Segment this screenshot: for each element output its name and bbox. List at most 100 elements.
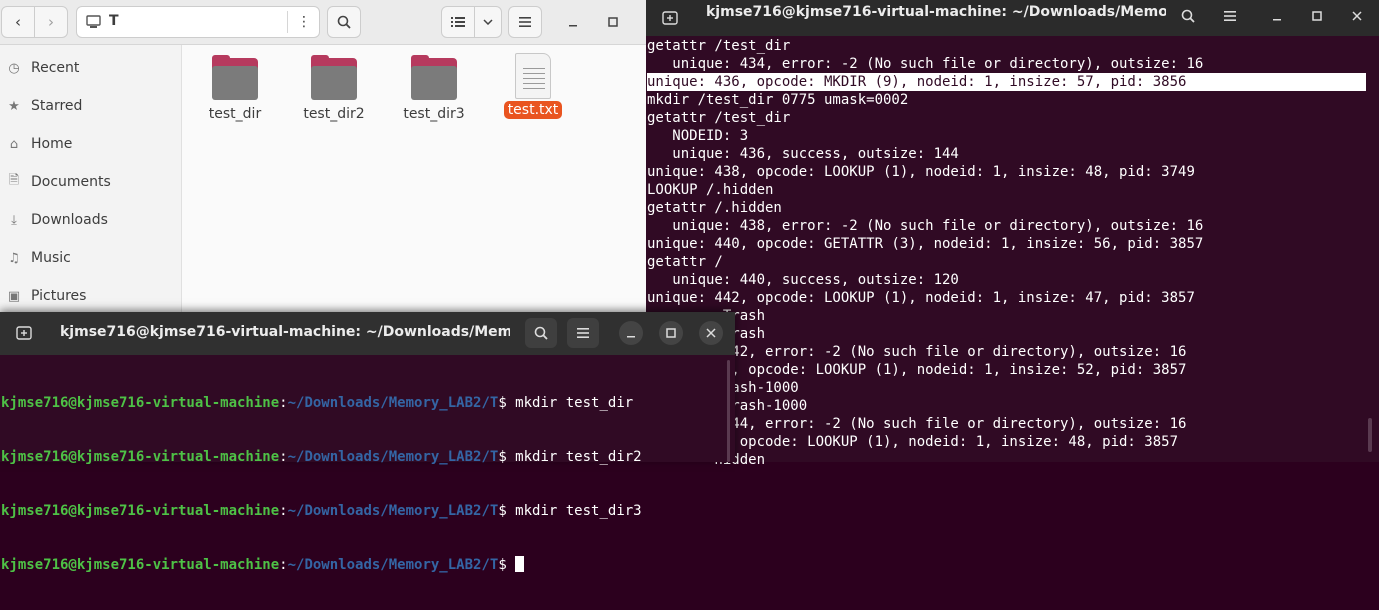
terminal-window-bottom: kjmse716@kjmse716-virtual-machine: ~/Dow… (0, 312, 735, 573)
terminal-search-button[interactable] (525, 318, 557, 348)
maximize-icon (666, 328, 676, 338)
main-menu-button[interactable] (508, 6, 542, 38)
search-icon (337, 15, 351, 29)
forward-button[interactable]: › (34, 6, 68, 38)
file-item-test-dir2[interactable]: test_dir2 (294, 55, 374, 123)
star-icon: ★ (8, 98, 20, 114)
file-manager-headerbar: ‹ › T ⋮ (0, 0, 646, 45)
sidebar-item-recent[interactable]: ◷ Recent (0, 49, 181, 87)
prompt-path: ~/Downloads/Memory_LAB2/T (287, 557, 499, 573)
path-label: T (109, 13, 119, 29)
hamburger-icon (1224, 11, 1236, 21)
terminal-maximize-button[interactable] (1304, 2, 1330, 30)
picture-icon: ▣ (7, 288, 21, 304)
maximize-button[interactable] (599, 8, 627, 36)
prompt-symbol: $ (498, 395, 516, 411)
terminal-line: 6, opcode: LOOKUP (1), nodeid: 1, insize… (647, 434, 1179, 450)
maximize-icon (608, 17, 618, 27)
terminal-line: getattr /.hidden (647, 200, 782, 216)
search-button[interactable] (327, 6, 361, 38)
minimize-icon (627, 336, 635, 338)
terminal-minimize-button[interactable] (619, 321, 643, 345)
terminal-line: unique: 440, success, outsize: 120 (647, 272, 959, 288)
sidebar-item-label: Starred (31, 98, 83, 114)
terminal-line: getattr /test_dir (647, 38, 791, 54)
prompt-separator: : (279, 449, 288, 465)
terminal-line: unique: 434, error: -2 (No such file or … (647, 56, 1204, 72)
sidebar-item-label: Pictures (31, 288, 87, 304)
sidebar-item-pictures[interactable]: ▣ Pictures (0, 277, 181, 315)
terminal-line: Trash-1000 (722, 398, 808, 414)
sidebar-item-label: Recent (31, 60, 80, 76)
sidebar-item-label: Home (31, 136, 73, 152)
chevron-left-icon: ‹ (15, 13, 21, 31)
new-tab-button[interactable] (10, 319, 38, 347)
sidebar-item-starred[interactable]: ★ Starred (0, 87, 181, 125)
prompt-separator: : (279, 395, 288, 411)
view-list-button[interactable] (441, 6, 475, 38)
terminal-menu-button[interactable] (567, 318, 599, 348)
terminal-search-button[interactable] (1173, 2, 1203, 30)
hamburger-icon (519, 17, 531, 27)
command-text: mkdir test_dir2 (515, 449, 642, 465)
terminal-maximize-button[interactable] (659, 321, 683, 345)
sidebar-item-downloads[interactable]: ⤓ Downloads (0, 201, 181, 239)
path-menu-button[interactable]: ⋮ (291, 7, 317, 37)
new-tab-button[interactable] (656, 4, 684, 32)
terminal-title: kjmse716@kjmse716-virtual-machine: ~/Dow… (706, 4, 1166, 20)
terminal-output[interactable]: kjmse716@kjmse716-virtual-machine:~/Down… (1, 358, 642, 610)
prompt-line: kjmse716@kjmse716-virtual-machine:~/Down… (1, 448, 642, 466)
path-bar[interactable]: T ⋮ (76, 6, 320, 38)
clock-icon: ◷ (8, 60, 20, 76)
minimize-icon (1273, 19, 1281, 21)
chevron-right-icon: › (48, 13, 54, 31)
search-icon (534, 326, 548, 340)
folder-icon (411, 55, 457, 100)
terminal-window-right: kjmse716@kjmse716-virtual-machine: ~/Dow… (646, 0, 1379, 468)
terminal-close-button[interactable] (1344, 2, 1370, 30)
sidebar-item-label: Music (31, 250, 71, 266)
terminal-close-button[interactable] (699, 321, 723, 345)
prompt-separator: : (279, 557, 288, 573)
prompt-user-host: kjmse716@kjmse716-virtual-machine (1, 557, 280, 573)
sidebar-item-label: Downloads (31, 212, 108, 228)
sidebar-item-music[interactable]: ♫ Music (0, 239, 181, 277)
prompt-path: ~/Downloads/Memory_LAB2/T (287, 395, 499, 411)
file-item-test-dir[interactable]: test_dir (195, 55, 275, 123)
sidebar-item-home[interactable]: ⌂ Home (0, 125, 181, 163)
terminal-line: getattr / (647, 254, 723, 270)
terminal-title: kjmse716@kjmse716-virtual-machine: ~/Dow… (60, 324, 510, 340)
hamburger-icon (577, 328, 589, 338)
command-text: mkdir test_dir3 (515, 503, 642, 519)
new-tab-icon (662, 11, 678, 25)
terminal-minimize-button[interactable] (1264, 2, 1290, 30)
terminal-scrollbar[interactable] (1368, 418, 1372, 452)
prompt-line: kjmse716@kjmse716-virtual-machine:~/Down… (1, 394, 642, 412)
terminal-menu-button[interactable] (1215, 2, 1245, 30)
terminal-scrollbar[interactable] (727, 360, 730, 462)
prompt-separator: : (279, 503, 288, 519)
view-options-button[interactable] (474, 6, 502, 38)
document-icon: 🗎 (8, 173, 20, 188)
terminal-line: 442, error: -2 (No such file or director… (647, 344, 1187, 360)
terminal-line: hidden (714, 452, 766, 468)
terminal-line: unique: 438, error: -2 (No such file or … (647, 218, 1204, 234)
terminal-line: getattr /test_dir (647, 110, 791, 126)
minimize-button[interactable] (559, 8, 587, 36)
sidebar-item-documents[interactable]: 🗎 Documents (0, 163, 181, 201)
terminal-output[interactable]: getattr /test_dir unique: 434, error: -2… (647, 37, 1366, 469)
prompt-symbol: $ (498, 449, 516, 465)
drive-icon (86, 15, 101, 28)
close-icon (706, 328, 716, 338)
prompt-symbol: $ (498, 557, 516, 573)
kebab-icon: ⋮ (297, 14, 311, 30)
file-item-test-dir3[interactable]: test_dir3 (394, 55, 474, 123)
close-icon (1352, 11, 1362, 21)
prompt-user-host: kjmse716@kjmse716-virtual-machine (1, 503, 280, 519)
file-item-test-txt[interactable]: test.txt (493, 53, 573, 119)
terminal-line: NODEID: 3 (647, 128, 749, 144)
terminal-headerbar: kjmse716@kjmse716-virtual-machine: ~/Dow… (0, 312, 735, 355)
back-button[interactable]: ‹ (1, 6, 35, 38)
file-item-label: test_dir (208, 106, 262, 122)
terminal-line: 44, opcode: LOOKUP (1), nodeid: 1, insiz… (647, 362, 1187, 378)
